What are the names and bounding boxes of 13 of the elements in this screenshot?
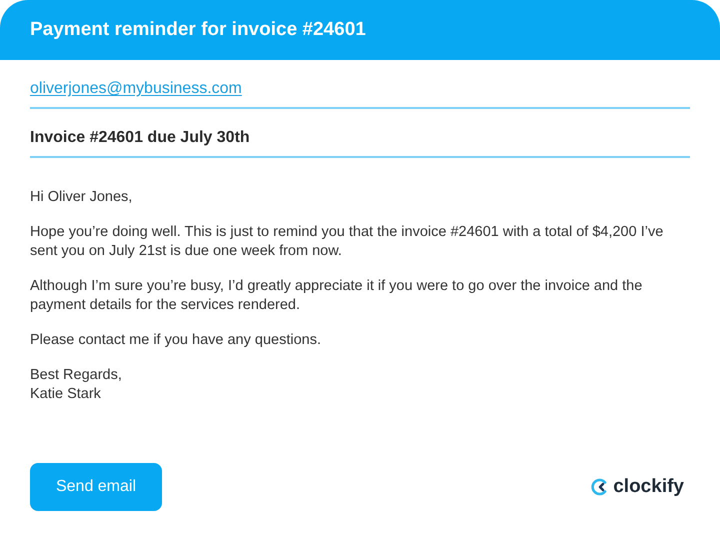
signature-line: Katie Stark bbox=[30, 385, 102, 404]
email-address-link[interactable]: oliverjones@mybusiness.com bbox=[30, 80, 242, 97]
body-paragraph: Although I’m sure you’re busy, I’d greatly appreciate it if you were to go over the invoice and the payment details for the services rendered. bbox=[30, 277, 644, 315]
subject-field[interactable]: Invoice #24601 due July 30th bbox=[30, 109, 690, 158]
logo-text: clockify bbox=[613, 474, 684, 499]
send-email-button[interactable]: Send email bbox=[30, 463, 162, 511]
body-paragraph: Hope you’re doing well. This is just to remind you that the invoice #24601 with a total of $4,200 I’ve sent you on July 21st is due one week from now. bbox=[30, 223, 664, 261]
signature-line: Best Regards, bbox=[30, 366, 123, 385]
recipient-field[interactable]: oliverjones@mybusiness.com bbox=[30, 60, 690, 109]
body-paragraph: Please contact me if you have any questions. bbox=[30, 331, 322, 350]
email-title: Payment reminder for invoice #24601 bbox=[30, 18, 366, 42]
body-paragraph: Hi Oliver Jones, bbox=[30, 188, 134, 207]
logo-icon bbox=[591, 478, 610, 496]
